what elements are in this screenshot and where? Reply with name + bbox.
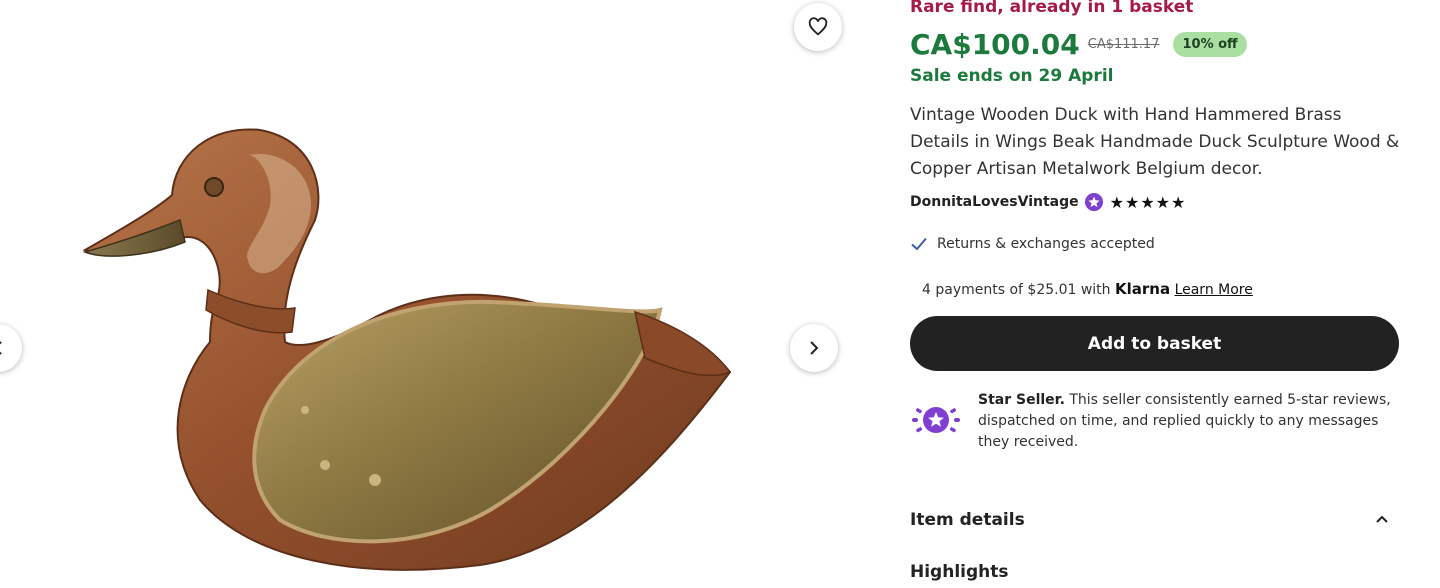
shop-name-link[interactable]: DonnitaLovesVintage bbox=[910, 194, 1079, 210]
item-details-toggle[interactable]: Item details bbox=[910, 510, 1390, 530]
item-details-heading: Item details bbox=[910, 510, 1025, 530]
sale-ends-text: Sale ends on 29 April bbox=[910, 66, 1114, 86]
star-seller-badge-icon bbox=[912, 407, 960, 433]
previous-image-button[interactable] bbox=[0, 324, 22, 372]
sale-price: CA$100.04 bbox=[910, 28, 1080, 61]
product-image-gallery bbox=[0, 0, 870, 588]
heart-icon bbox=[808, 17, 828, 36]
next-image-button[interactable] bbox=[790, 324, 838, 372]
returns-text: Returns & exchanges accepted bbox=[937, 236, 1155, 252]
check-icon bbox=[911, 237, 927, 251]
seller-row: DonnitaLovesVintage ★★★★★ bbox=[910, 192, 1186, 212]
product-image-duck bbox=[82, 128, 732, 571]
learn-more-link[interactable]: Learn More bbox=[1175, 282, 1253, 298]
klarna-payments: 4 payments of $25.01 with Klarna Learn M… bbox=[922, 280, 1253, 298]
favorite-button[interactable] bbox=[794, 3, 842, 51]
price-row: CA$100.04 CA$111.17 10% off bbox=[910, 28, 1247, 61]
star-seller-icon bbox=[1084, 193, 1103, 211]
rating-stars[interactable]: ★★★★★ bbox=[1110, 193, 1187, 212]
chevron-left-icon bbox=[0, 341, 2, 355]
klarna-logo: Klarna bbox=[1115, 280, 1171, 298]
highlights-heading: Highlights bbox=[910, 562, 1009, 582]
add-to-basket-button[interactable]: Add to basket bbox=[910, 316, 1399, 371]
returns-policy: Returns & exchanges accepted bbox=[910, 235, 1155, 253]
payments-text: 4 payments of $25.01 with bbox=[922, 282, 1111, 298]
star-seller-label: Star Seller. bbox=[978, 392, 1065, 408]
discount-badge: 10% off bbox=[1173, 32, 1247, 57]
rare-find-notice: Rare find, already in 1 basket bbox=[910, 0, 1194, 17]
listing-title: Vintage Wooden Duck with Hand Hammered B… bbox=[910, 105, 1400, 179]
star-seller-description: Star Seller. This seller consistently ea… bbox=[978, 390, 1398, 453]
chevron-up-icon bbox=[1376, 515, 1388, 523]
chevron-right-icon bbox=[810, 341, 819, 355]
original-price: CA$111.17 bbox=[1087, 37, 1160, 52]
